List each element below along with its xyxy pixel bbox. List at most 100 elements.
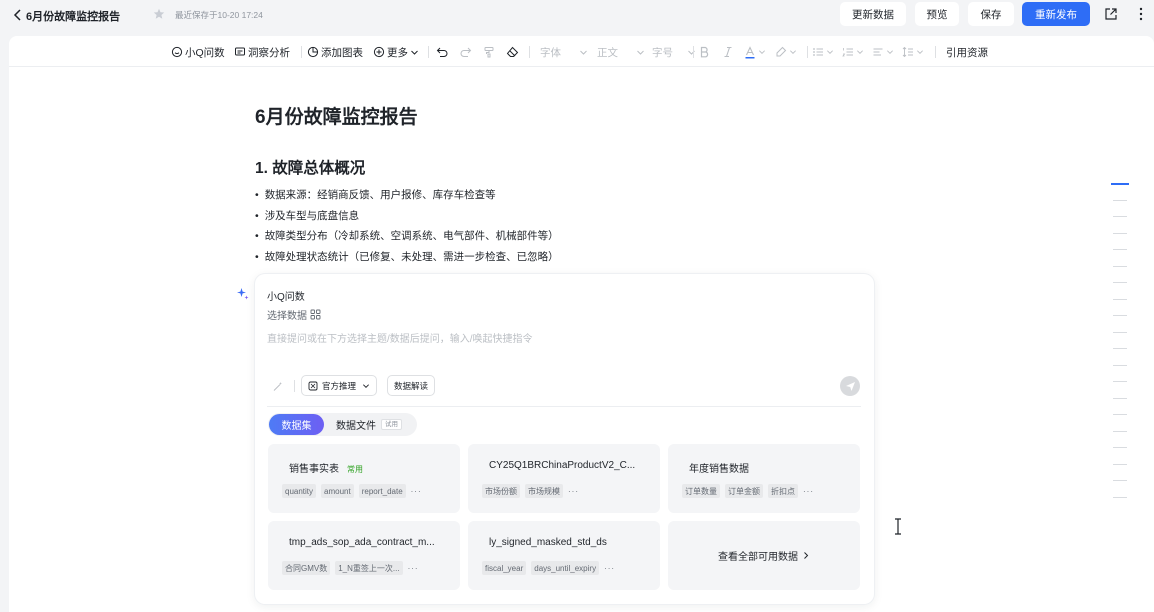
toolbar-divider: [529, 46, 530, 58]
field-tag: days_until_expiry: [531, 561, 600, 575]
dataset-card[interactable]: 销售事实表 常用 quantity amount report_date ···: [268, 444, 460, 513]
format-toolbar: 小Q问数 洞察分析 添加图表 更多 字体 正文 字号 引用资源: [9, 36, 1154, 67]
undo-icon: [436, 47, 448, 57]
text-color-button[interactable]: [744, 44, 766, 60]
grid-icon: [310, 309, 321, 320]
field-tag: 合同GMV数: [282, 561, 331, 575]
send-icon: [845, 381, 855, 391]
insight-tool[interactable]: 洞察分析: [234, 44, 290, 60]
chevron-down-icon: [887, 50, 893, 54]
magic-wand-icon[interactable]: [272, 381, 283, 392]
format-painter-icon: [484, 47, 494, 58]
dataset-card[interactable]: CY25Q1BRChinaProductV2_C... 市场份额 市场规模 ··…: [468, 444, 660, 513]
clear-format-button[interactable]: [506, 44, 519, 60]
redo-icon: [460, 47, 472, 57]
send-button[interactable]: [840, 376, 860, 396]
official-reasoning-select[interactable]: 官方推理: [301, 375, 378, 396]
divider: [267, 406, 861, 407]
outline-item[interactable]: [1113, 233, 1127, 234]
undo-button[interactable]: [436, 44, 449, 60]
ask-tool[interactable]: 小Q问数: [171, 44, 225, 60]
outline-item[interactable]: [1113, 332, 1127, 333]
outline-item[interactable]: [1113, 398, 1127, 399]
bullet-list-icon: [813, 48, 823, 56]
more-dots: ···: [410, 486, 422, 496]
outline-item[interactable]: [1113, 480, 1127, 481]
font-family-select[interactable]: 字体: [540, 44, 588, 60]
more-dots: ···: [604, 563, 616, 573]
highlight-button[interactable]: [775, 44, 797, 60]
field-tag: 1_N重签上一次...: [335, 561, 403, 575]
tab-dataset[interactable]: 数据集: [269, 414, 324, 435]
outline-item[interactable]: [1113, 497, 1127, 498]
saved-status: 最近保存于10-20 17:24: [175, 10, 263, 20]
bullet-list-button[interactable]: [812, 44, 834, 60]
outline-item[interactable]: [1113, 315, 1127, 316]
chevron-down-icon: [790, 50, 796, 54]
doc-title: 6月份故障监控报告: [26, 11, 121, 23]
chevron-down-icon: [363, 383, 369, 388]
dataset-name: 销售事实表 常用: [289, 464, 363, 475]
outline-item[interactable]: [1113, 414, 1127, 415]
font-size-select[interactable]: 字号: [652, 44, 696, 60]
outline-item[interactable]: [1113, 282, 1127, 283]
numbered-list-button[interactable]: [842, 44, 864, 60]
external-link-icon[interactable]: [1104, 7, 1118, 21]
italic-button[interactable]: [723, 44, 733, 60]
redo-button[interactable]: [459, 44, 472, 60]
outline-item[interactable]: [1113, 200, 1127, 201]
add-chart-tool[interactable]: 添加图表: [307, 44, 363, 60]
chevron-down-icon: [637, 50, 644, 55]
outline-item[interactable]: [1113, 447, 1127, 448]
bold-button[interactable]: [699, 44, 710, 60]
list-item: 故障类型分布（冷却系统、空调系统、电气部件、机械部件等）: [255, 228, 559, 243]
source-tabs: 数据集 数据文件 试用: [268, 413, 417, 436]
field-tag: 市场份额: [482, 484, 520, 498]
outline-item[interactable]: [1113, 365, 1127, 366]
field-tag: 折扣点: [768, 484, 798, 498]
dataset-tags: fiscal_year days_until_expiry ···: [482, 561, 615, 575]
field-tag: 市场规模: [525, 484, 563, 498]
list-item: 数据来源：经销商反馈、用户报修、库存车检查等: [255, 187, 496, 202]
republish-button[interactable]: 重新发布: [1022, 2, 1090, 26]
outline-item[interactable]: [1113, 249, 1127, 250]
chevron-down-icon: [827, 50, 833, 54]
outline-item[interactable]: [1113, 266, 1127, 267]
view-all-data-button[interactable]: 查看全部可用数据: [668, 521, 860, 590]
back-icon[interactable]: [10, 6, 26, 24]
outline-item[interactable]: [1111, 183, 1129, 185]
dataset-card[interactable]: 年度销售数据 订单数量 订单金额 折扣点 ···: [668, 444, 860, 513]
dataset-card[interactable]: tmp_ads_sop_ada_contract_m... 合同GMV数 1_N…: [268, 521, 460, 590]
question-input[interactable]: 直接提问或在下方选择主题/数据后提问，输入/唤起快捷指令: [267, 330, 533, 345]
dataset-card[interactable]: ly_signed_masked_std_ds fiscal_year days…: [468, 521, 660, 590]
save-button[interactable]: 保存: [968, 2, 1014, 26]
field-tag: fiscal_year: [482, 561, 527, 575]
outline-item[interactable]: [1113, 299, 1127, 300]
star-icon[interactable]: [153, 8, 165, 20]
tab-datafile[interactable]: 数据文件 试用: [336, 413, 402, 436]
list-item: 涉及车型与底盘信息: [255, 208, 360, 223]
outline-item[interactable]: [1113, 348, 1127, 349]
update-data-button[interactable]: 更新数据: [840, 2, 906, 26]
align-button[interactable]: [872, 44, 894, 60]
line-spacing-button[interactable]: [902, 44, 924, 60]
cite-resource-button[interactable]: 引用资源: [946, 44, 988, 60]
field-tag: 订单数量: [682, 484, 720, 498]
outline-item[interactable]: [1113, 381, 1127, 382]
toolbar-divider: [935, 46, 936, 58]
more-vertical-icon[interactable]: [1136, 6, 1146, 22]
outline-item[interactable]: [1113, 216, 1127, 217]
more-dots: ···: [803, 486, 814, 496]
text-style-select[interactable]: 正文: [597, 44, 645, 60]
select-data-link[interactable]: 选择数据: [267, 307, 321, 322]
preview-button[interactable]: 预览: [915, 2, 959, 26]
format-painter-button[interactable]: [483, 44, 495, 60]
align-left-icon: [873, 48, 883, 56]
more-dots: ···: [568, 486, 579, 496]
outline-item[interactable]: [1113, 464, 1127, 465]
chevron-down-icon: [688, 50, 695, 55]
more-tool[interactable]: 更多: [373, 44, 419, 60]
ask-icon: [171, 46, 183, 58]
outline-item[interactable]: [1113, 431, 1127, 432]
data-interpret-chip[interactable]: 数据解读: [387, 375, 436, 396]
